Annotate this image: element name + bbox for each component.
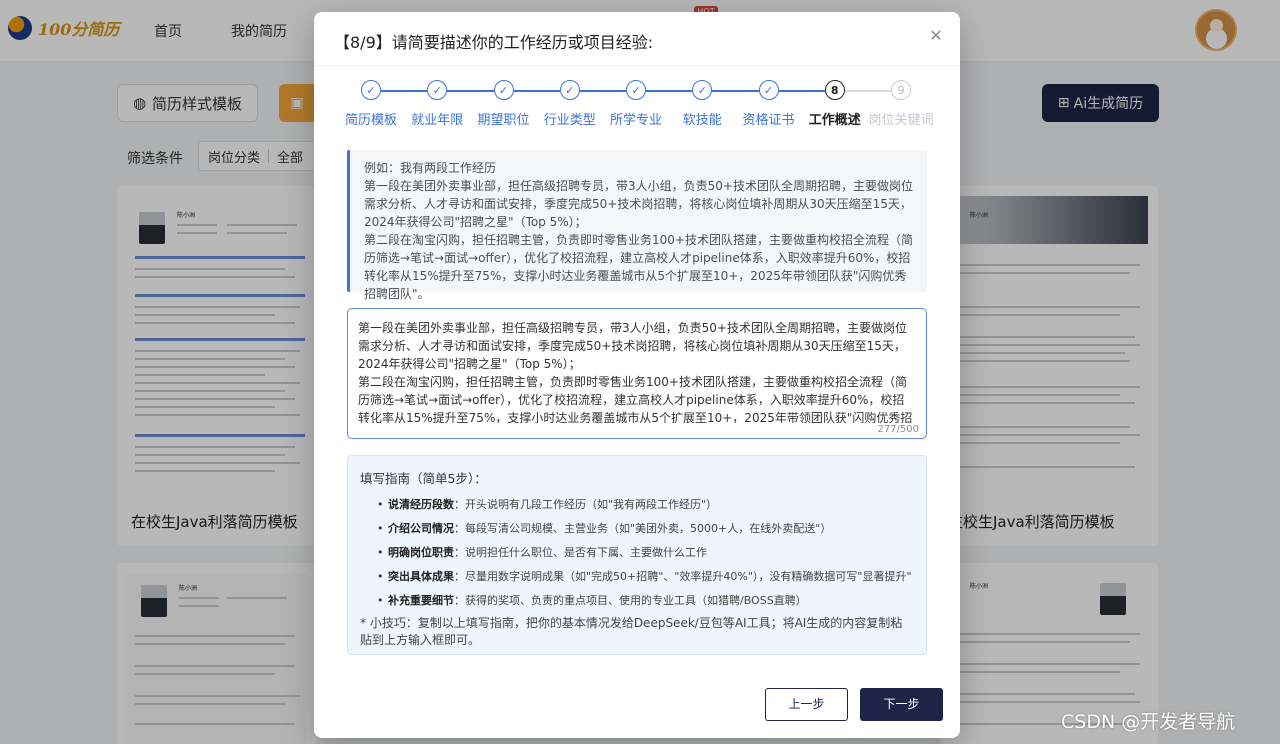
guide-item-text: ：每段写清公司规模、主营业务（如"美团外卖，5000+人，在线外卖配送"） [454, 522, 832, 535]
checkmark-icon: ✓ [559, 80, 580, 100]
writing-guide: 填写指南（简单5步）： 说清经历段数：开头说明有几段工作经历（如"我有两段工作经… [347, 455, 927, 655]
step-connector [447, 90, 494, 92]
dialog-header: 【8/9】请简要描述你的工作经历或项目经验: ✕ [314, 12, 960, 66]
work-experience-dialog: 【8/9】请简要描述你的工作经历或项目经验: ✕ ✓ 简历模板 ✓ 就业年限 ✓ 期望职位… [314, 12, 960, 738]
guide-item: 补充重要细节：获得的奖项、负责的重点项目、使用的专业工具（如猎聘/BOSS直聘） [360, 589, 914, 613]
progress-steps: ✓ 简历模板 ✓ 就业年限 ✓ 期望职位 ✓ 行业类型 ✓ 所学专业 ✓ 软技能 ✓ 资格证书 8 工作概述 9… [314, 80, 960, 130]
guide-item-label: 突出具体成果 [388, 570, 454, 583]
work-experience-textarea[interactable] [358, 319, 914, 423]
guide-item-label: 补充重要细节 [388, 594, 454, 607]
guide-item-text: ：说明担任什么职位、是否有下属、主要做什么工作 [454, 546, 707, 559]
step-number: 9 [891, 80, 911, 100]
csdn-watermark: CSDN @开发者导航 [1061, 711, 1236, 733]
step-number: 8 [824, 80, 845, 100]
guide-item: 明确岗位职责：说明担任什么职位、是否有下属、主要做什么工作 [360, 541, 914, 565]
close-icon[interactable]: ✕ [926, 26, 946, 46]
checkmark-icon: ✓ [626, 80, 646, 100]
guide-item-label: 明确岗位职责 [388, 546, 454, 559]
checkmark-icon: ✓ [361, 80, 381, 100]
dialog-title: 【8/9】请简要描述你的工作经历或项目经验: [334, 33, 654, 52]
guide-item-text: ：开头说明有几段工作经历（如"我有两段工作经历"） [454, 498, 718, 511]
step-connector [381, 90, 428, 92]
character-counter: 277/500 [877, 424, 919, 435]
guide-title: 填写指南（简单5步）： [360, 471, 487, 486]
guide-item: 说清经历段数：开头说明有几段工作经历（如"我有两段工作经历"） [360, 493, 914, 517]
step-connector [778, 90, 825, 92]
next-step-button[interactable]: 下一步 [860, 688, 943, 721]
step-connector [646, 90, 693, 92]
checkmark-icon: ✓ [758, 80, 779, 100]
checkmark-icon: ✓ [692, 80, 713, 100]
step-9: 9 岗位关键词 [861, 80, 941, 128]
example-intro: 例如：我有两段工作经历 [364, 161, 497, 175]
guide-item-text: ：获得的奖项、负责的重点项目、使用的专业工具（如猎聘/BOSS直聘） [454, 594, 807, 607]
checkmark-icon: ✓ [493, 80, 514, 100]
step-connector [579, 90, 626, 92]
previous-step-button[interactable]: 上一步 [765, 688, 848, 721]
guide-item: 突出具体成果：尽量用数字说明成果（如"完成50+招聘"、"效率提升40%"），没… [360, 565, 914, 589]
work-experience-input-wrapper: 277/500 [347, 308, 927, 439]
example-paragraph-1: 第一段在美团外卖事业部，担任高级招聘专员，带3人小组，负责50+技术团队全周期招… [364, 179, 913, 229]
step-connector [513, 90, 560, 92]
step-label: 岗位关键词 [868, 113, 934, 128]
guide-item-label: 说清经历段数 [388, 498, 454, 511]
checkmark-icon: ✓ [427, 80, 448, 100]
guide-item: 介绍公司情况：每段写清公司规模、主营业务（如"美团外卖，5000+人，在线外卖配… [360, 517, 914, 541]
example-box: 例如：我有两段工作经历 第一段在美团外卖事业部，担任高级招聘专员，带3人小组，负… [347, 150, 927, 301]
step-connector [712, 90, 759, 92]
guide-tip: * 小技巧：复制以上填写指南，把你的基本情况发给DeepSeek/豆包等AI工具… [360, 616, 903, 647]
guide-item-label: 介绍公司情况 [388, 522, 454, 535]
guide-item-text: ：尽量用数字说明成果（如"完成50+招聘"、"效率提升40%"），没有精确数据可… [454, 570, 912, 583]
example-paragraph-2: 第二段在淘宝闪购，担任招聘主管，负责即时零售业务100+技术团队搭建，主要做重构… [364, 233, 913, 301]
step-connector [844, 90, 891, 92]
